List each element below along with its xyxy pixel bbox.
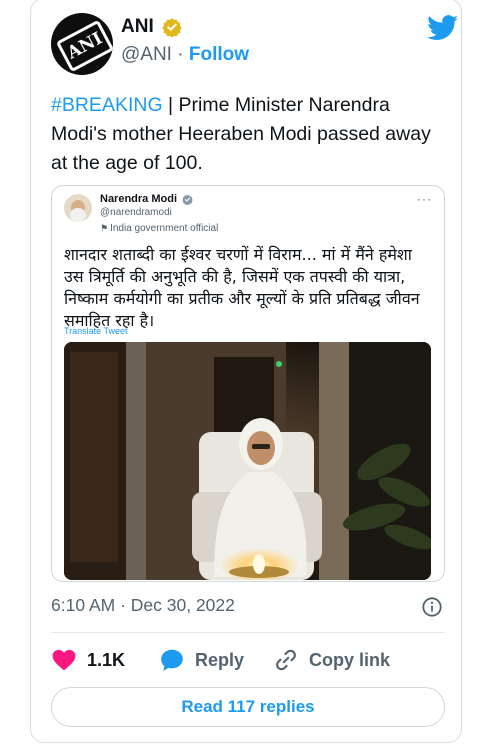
quoted-verified-badge-icon (182, 194, 193, 205)
follow-button[interactable]: Follow (189, 44, 249, 65)
breaking-hashtag[interactable]: #BREAKING (51, 94, 163, 116)
heart-icon (52, 649, 76, 671)
tweet-timestamp[interactable]: 6:10 AM · Dec 30, 2022 (51, 595, 235, 616)
flag-icon: ⚑ (100, 223, 109, 233)
translate-tweet-link[interactable]: Translate Tweet (64, 326, 128, 336)
read-replies-button[interactable]: Read 117 replies (51, 687, 445, 727)
quoted-display-name: Narendra Modi (100, 193, 178, 205)
copy-link-label: Copy link (309, 649, 391, 670)
author-avatar[interactable]: ANI (51, 13, 113, 75)
like-count: 1.1K (87, 649, 126, 670)
tweet-text: #BREAKING | Prime Minister Narendra Modi… (51, 91, 446, 178)
quoted-author-handle[interactable]: @narendramodi (100, 207, 172, 218)
government-label-text: India government official (110, 223, 219, 234)
photo-illustration (64, 342, 431, 580)
quoted-author-avatar[interactable] (64, 194, 92, 222)
twitter-bird-icon[interactable] (427, 15, 459, 41)
reply-label: Reply (195, 649, 245, 670)
tweet-actions: 1.1K Reply Copy link (51, 644, 451, 676)
reply-button[interactable]: Reply (159, 644, 244, 676)
quoted-tweet[interactable]: Narendra Modi @narendramodi ⚑ India gover… (51, 185, 445, 582)
government-label: ⚑ India government official (100, 223, 218, 234)
link-icon (276, 649, 296, 671)
handle-separator: · (177, 44, 184, 65)
divider (51, 632, 445, 633)
info-icon[interactable] (421, 596, 443, 618)
reply-bubble-icon (161, 649, 183, 671)
avatar-beard (70, 208, 86, 222)
ani-logo: ANI (55, 19, 113, 73)
like-button[interactable]: 1.1K (51, 644, 125, 676)
quoted-tweet-text: शानदार शताब्दी का ईश्वर चरणों में विराम.… (64, 245, 420, 330)
copy-link-button[interactable]: Copy link (273, 644, 390, 676)
author-handle[interactable]: @ANI (121, 44, 172, 65)
quoted-tweet-photo[interactable] (64, 342, 431, 580)
author-display-name[interactable]: ANI (121, 16, 154, 38)
quoted-author-name[interactable]: Narendra Modi (100, 193, 193, 205)
tweet-header: ANI ANI @ANI · Follow (51, 13, 459, 77)
tweet-card: ANI ANI @ANI · Follow #BREAKING | Prime … (30, 0, 462, 743)
verified-badge-icon (162, 18, 182, 37)
more-icon[interactable]: ··· (417, 192, 432, 206)
author-names: ANI @ANI · Follow (121, 16, 249, 66)
